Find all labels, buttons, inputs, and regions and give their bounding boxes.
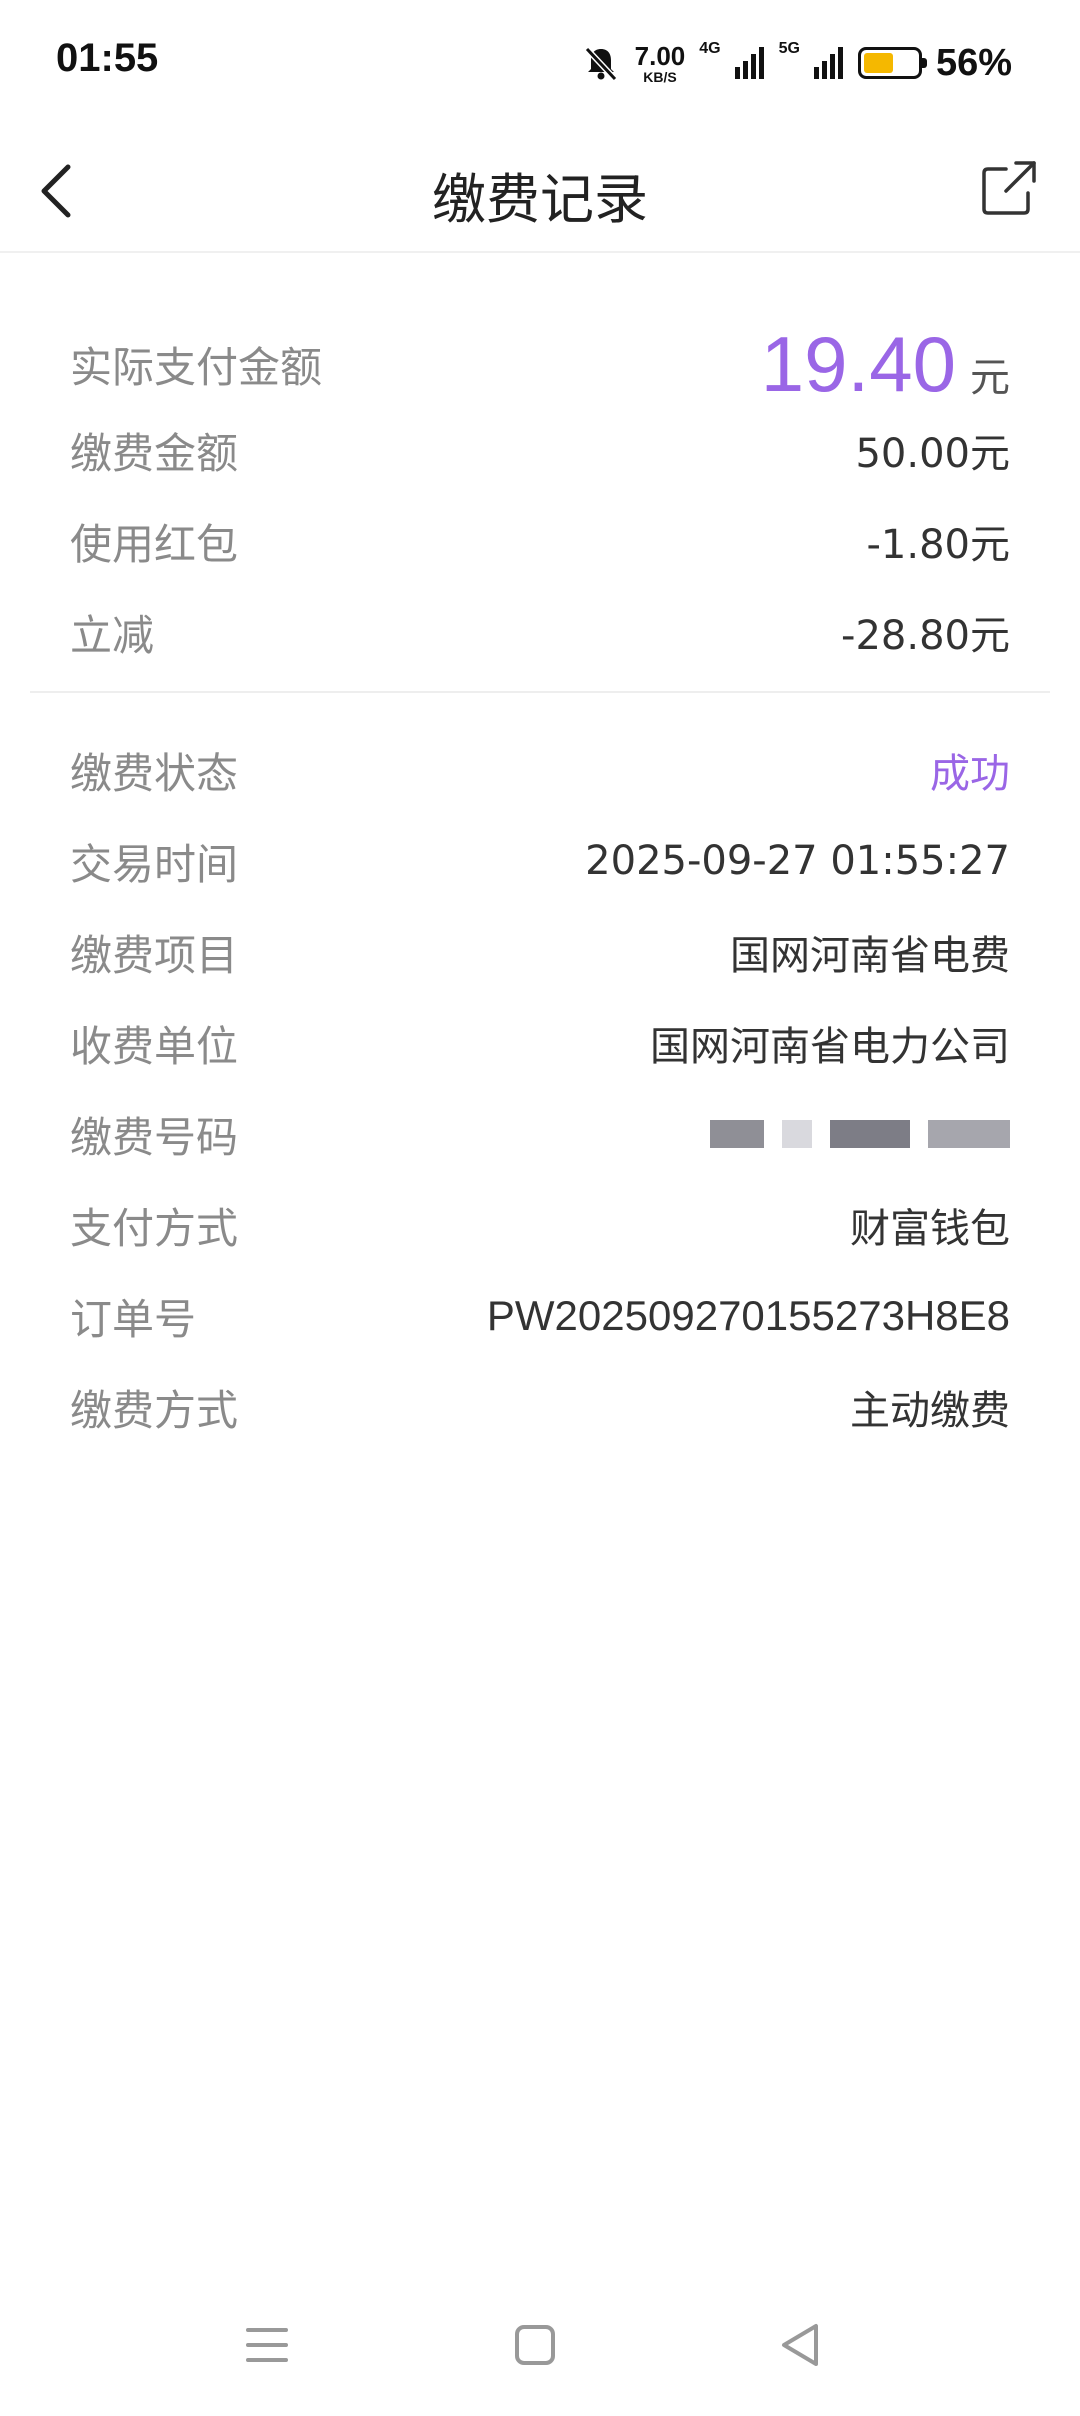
status-label: 缴费状态: [70, 748, 239, 798]
status-time: 01:55: [56, 36, 159, 80]
system-nav-bar: [0, 2290, 1080, 2410]
share-icon: [982, 161, 1036, 215]
discount-row: 立减 -28.80元: [70, 597, 1010, 667]
network-speed-value: 7.00: [634, 40, 686, 71]
time-value: 2025-09-27 01:55:27: [585, 838, 1010, 884]
mute-bell-icon: [584, 46, 617, 82]
back-triangle-icon[interactable]: [766, 2310, 836, 2380]
method-row: 支付方式 财富钱包: [70, 1190, 1010, 1260]
network-4g-label: 4G: [699, 40, 721, 57]
item-label: 缴费项目: [70, 930, 239, 980]
network-speed-unit: KB/S: [643, 68, 677, 85]
page-title: 缴费记录: [432, 168, 648, 231]
method-value: 财富钱包: [850, 1206, 1010, 1252]
battery-icon: [857, 47, 927, 79]
actual-paid-label: 实际支付金额: [70, 342, 323, 392]
time-label: 交易时间: [70, 839, 239, 889]
signal-5g-icon: [813, 47, 843, 79]
type-label: 缴费方式: [70, 1385, 239, 1435]
unit-label: 收费单位: [70, 1021, 239, 1071]
order-label: 订单号: [70, 1294, 197, 1344]
actual-paid-value: 19.40: [760, 319, 956, 408]
header-bar: 缴费记录: [0, 125, 1080, 253]
share-button[interactable]: [976, 155, 1042, 221]
section-divider: [30, 691, 1050, 693]
time-row: 交易时间 2025-09-27 01:55:27: [70, 826, 1010, 896]
item-value: 国网河南省电费: [730, 933, 1010, 979]
battery-fill: [863, 53, 894, 73]
number-value-redacted: [710, 1120, 1010, 1148]
type-row: 缴费方式 主动缴费: [70, 1372, 1010, 1442]
type-value: 主动缴费: [850, 1388, 1010, 1434]
status-value: 成功: [930, 751, 1010, 797]
signal-4g-icon: [734, 47, 764, 79]
menu-icon[interactable]: [232, 2310, 302, 2380]
status-icons: 7.00 KB/S 4G 5G 56%: [581, 38, 1012, 88]
red-packet-value: -1.80元: [866, 522, 1011, 568]
red-packet-label: 使用红包: [70, 519, 239, 569]
discount-value: -28.80元: [841, 613, 1010, 659]
discount-label: 立减: [70, 610, 155, 660]
home-icon[interactable]: [500, 2310, 570, 2380]
red-packet-row: 使用红包 -1.80元: [70, 506, 1010, 576]
order-value: PW202509270155273H8E8: [486, 1292, 1010, 1339]
actual-paid-amount: 19.40 元: [761, 319, 1010, 410]
status-bar: 01:55 7.00 KB/S 4G 5G 56%: [0, 0, 1080, 125]
network-speed: 7.00 KB/S: [635, 43, 686, 84]
method-label: 支付方式: [70, 1203, 239, 1253]
order-row: 订单号 PW202509270155273H8E8: [70, 1281, 1010, 1351]
item-row: 缴费项目 国网河南省电费: [70, 917, 1010, 987]
pay-amount-value: 50.00元: [855, 431, 1010, 477]
actual-paid-unit: 元: [970, 354, 1010, 401]
number-label: 缴费号码: [70, 1112, 239, 1162]
status-row: 缴费状态 成功: [70, 735, 1010, 805]
pay-amount-label: 缴费金额: [70, 428, 239, 478]
pay-amount-row: 缴费金额 50.00元: [70, 415, 1010, 485]
actual-paid-row: 实际支付金额 19.40 元: [70, 319, 1010, 409]
battery-percent: 56%: [935, 41, 1012, 84]
unit-row: 收费单位 国网河南省电力公司: [70, 1008, 1010, 1078]
network-5g-label: 5G: [778, 40, 800, 57]
number-row: 缴费号码: [70, 1099, 1010, 1169]
unit-value: 国网河南省电力公司: [650, 1024, 1010, 1070]
